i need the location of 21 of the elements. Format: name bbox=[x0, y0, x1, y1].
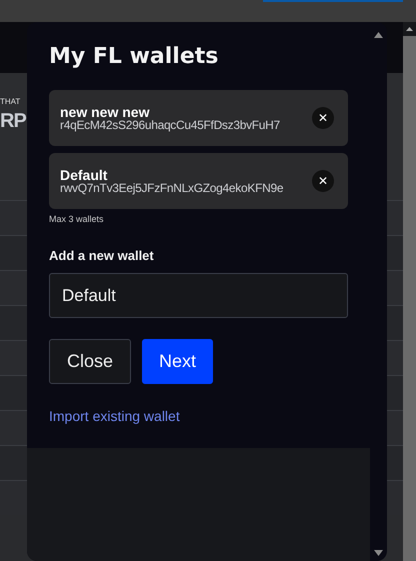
wallet-card[interactable]: new new new r4qEcM42sS296uhaqcCu45FfDsz3bvFuH7 ✕ bbox=[49, 90, 348, 146]
wallet-name: new new new bbox=[60, 104, 150, 118]
scrollbar[interactable] bbox=[403, 22, 416, 561]
scroll-up-icon[interactable] bbox=[403, 22, 416, 36]
wallet-name-field[interactable]: Default bbox=[49, 273, 348, 318]
remove-button[interactable]: ✕ bbox=[312, 170, 334, 192]
next-button[interactable]: Next bbox=[142, 339, 214, 384]
import-link[interactable]: Import existing wallet bbox=[49, 408, 180, 424]
wallet-address: r4qEcM42sS296uhaqcCu45FfDsz3bvFuH7 bbox=[60, 118, 281, 132]
wallet-address: rwvQ7nTv3Eej5JFzFnNLxGZog4ekoKFN9e bbox=[60, 182, 284, 194]
remove-button[interactable]: ✕ bbox=[312, 107, 334, 129]
wallet-limit-note: Max 3 wallets bbox=[49, 214, 105, 224]
wallet-card[interactable]: Default rwvQ7nTv3Eej5JFzFnNLxGZog4ekoKFN9e ✕ bbox=[49, 153, 348, 209]
dialog-title: My FL wallets bbox=[49, 43, 220, 71]
wallet-name: Default bbox=[60, 168, 108, 182]
eyebrow-text: THAT bbox=[0, 97, 20, 106]
scroll-down-icon[interactable] bbox=[374, 550, 383, 556]
field-label: Add a new wallet bbox=[49, 248, 155, 263]
close-button[interactable]: Close bbox=[49, 339, 132, 384]
page-heading: RP bbox=[0, 109, 26, 134]
scroll-up-icon[interactable] bbox=[374, 32, 383, 38]
